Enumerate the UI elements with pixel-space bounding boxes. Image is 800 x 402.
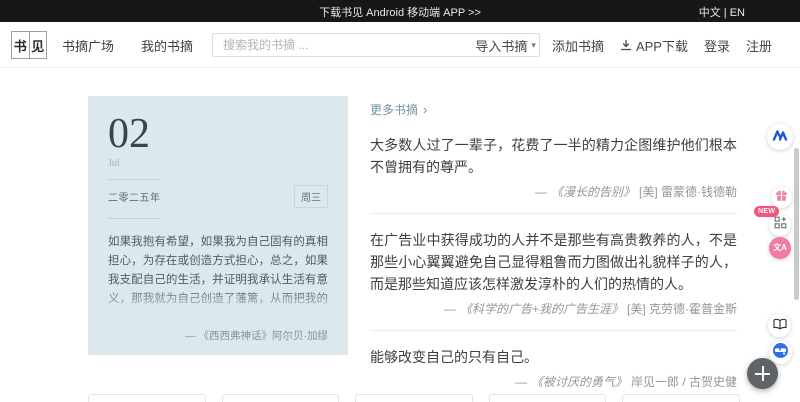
login-button[interactable]: 登录 [704, 36, 730, 55]
excerpt-text: 大多数人过了一辈子，花费了一半的精力企图维护他们根本不曾拥有的尊严。 [370, 134, 737, 178]
daily-quote-wrap: 如果我抱有希望，如果我为自己固有的真相担心，为存在或创造方式担心，总之，如果我支… [108, 233, 328, 310]
author-name: 岸见一郎 / 古贺史健 [631, 375, 737, 389]
logo-char: 书 [12, 32, 29, 58]
translate-icon: 文A [773, 244, 787, 252]
open-book-icon [773, 317, 787, 335]
book-card[interactable] [622, 394, 740, 402]
add-floating-button[interactable] [747, 358, 778, 389]
excerpt-item: 大多数人过了一辈子，花费了一半的精力企图维护他们根本不曾拥有的尊严。 — 《漫长的… [370, 119, 737, 214]
book-cards-row [88, 394, 740, 402]
book-card[interactable] [489, 394, 607, 402]
app-download-promo-link[interactable]: 下载书见 Android 移动端 APP >> [319, 4, 481, 20]
top-promo-bar: 下载书见 Android 移动端 APP >> 中文 | EN [0, 0, 800, 22]
dash: — [515, 375, 527, 389]
book-title: 《被讨厌的勇气》 [531, 375, 627, 389]
book-title: 《漫长的告别》 [551, 185, 635, 199]
daily-quote-attribution: — 《西西弗神话》阿尔贝·加缪 [108, 328, 328, 343]
author-name: [美] 克劳德·霍普金斯 [627, 302, 737, 316]
daily-quote-text: 如果我抱有希望，如果我为自己固有的真相担心，为存在或创造方式担心，总之，如果我支… [108, 233, 328, 310]
daily-quote-card: 02 Jul 二零二五年 周三 如果我抱有希望，如果我为自己固有的真相担心，为存… [88, 96, 348, 355]
chevron-down-icon: ▾ [531, 40, 536, 51]
book-title: 《科学的广告+我的广告生涯》 [460, 302, 623, 316]
gift-widget-button[interactable] [771, 187, 792, 208]
reader-widget-button[interactable] [768, 314, 791, 337]
m-logo-icon [772, 128, 788, 147]
grid-plus-icon [774, 216, 787, 234]
more-excerpts-section: 更多书摘 › 大多数人过了一辈子，花费了一半的精力企图维护他们根本不曾拥有的尊严… [370, 96, 737, 402]
divider [108, 179, 160, 180]
download-icon [620, 39, 632, 51]
date-year: 二零二五年 [108, 189, 161, 204]
more-excerpts-link[interactable]: 更多书摘 › [370, 101, 427, 118]
dash: — [444, 302, 456, 316]
app-download-label: APP下载 [636, 36, 688, 55]
navbar: 书 见 书摘广场 我的书摘 我的收藏 导入书摘 ▾ 添加书摘 APP下载 登录 … [0, 22, 800, 68]
weekday-badge: 周三 [294, 185, 328, 208]
add-excerpt-button[interactable]: 添加书摘 [552, 36, 604, 55]
language-switcher[interactable]: 中文 | EN [699, 4, 745, 20]
add-collection-widget-button[interactable] [769, 214, 791, 236]
scrollbar-thumb[interactable] [794, 148, 799, 300]
register-button[interactable]: 注册 [746, 36, 772, 55]
excerpt-attribution: — 《科学的广告+我的广告生涯》 [美] 克劳德·霍普金斯 [370, 300, 737, 317]
book-card[interactable] [88, 394, 206, 402]
nav-item-my-excerpts[interactable]: 我的书摘 [141, 36, 193, 55]
date-day: 02 [108, 114, 328, 154]
author-name: [美] 雷蒙德·钱德勒 [639, 185, 737, 199]
blue-circle-icon [772, 342, 789, 364]
nav-actions: 导入书摘 ▾ 添加书摘 APP下载 登录 注册 [475, 22, 772, 68]
new-badge: NEW [754, 206, 779, 217]
extension-widget-button[interactable] [769, 341, 792, 364]
more-excerpts-label: 更多书摘 [370, 101, 418, 118]
excerpt-text: 能够改变自己的只有自己。 [370, 346, 737, 368]
gift-icon [775, 189, 788, 207]
translate-widget-button[interactable]: 文A [769, 237, 791, 259]
divider [108, 218, 160, 219]
excerpt-attribution: — 《被讨厌的勇气》岸见一郎 / 古贺史健 [370, 373, 737, 390]
excerpt-text: 在广告业中获得成功的人并不是那些有高贵教养的人，不是那些小心翼翼避免自己显得粗鲁… [370, 229, 737, 295]
excerpt-item: 能够改变自己的只有自己。 — 《被讨厌的勇气》岸见一郎 / 古贺史健 [370, 331, 737, 402]
assistant-widget-button[interactable] [767, 124, 793, 150]
excerpt-item: 在广告业中获得成功的人并不是那些有高贵教养的人，不是那些小心翼翼避免自己显得粗鲁… [370, 214, 737, 331]
date-month: Jul [108, 158, 328, 169]
site-logo[interactable]: 书 见 [11, 31, 47, 59]
import-excerpts-dropdown[interactable]: 导入书摘 ▾ [475, 36, 536, 55]
app-download-button[interactable]: APP下载 [620, 36, 688, 55]
book-card[interactable] [355, 394, 473, 402]
book-card[interactable] [222, 394, 340, 402]
excerpt-attribution: — 《漫长的告别》 [美] 雷蒙德·钱德勒 [370, 183, 737, 200]
dash: — [535, 185, 547, 199]
import-excerpts-label: 导入书摘 [475, 36, 527, 55]
nav-item-square[interactable]: 书摘广场 [62, 36, 114, 55]
logo-char: 见 [29, 32, 47, 58]
chevron-right-icon: › [423, 102, 427, 117]
